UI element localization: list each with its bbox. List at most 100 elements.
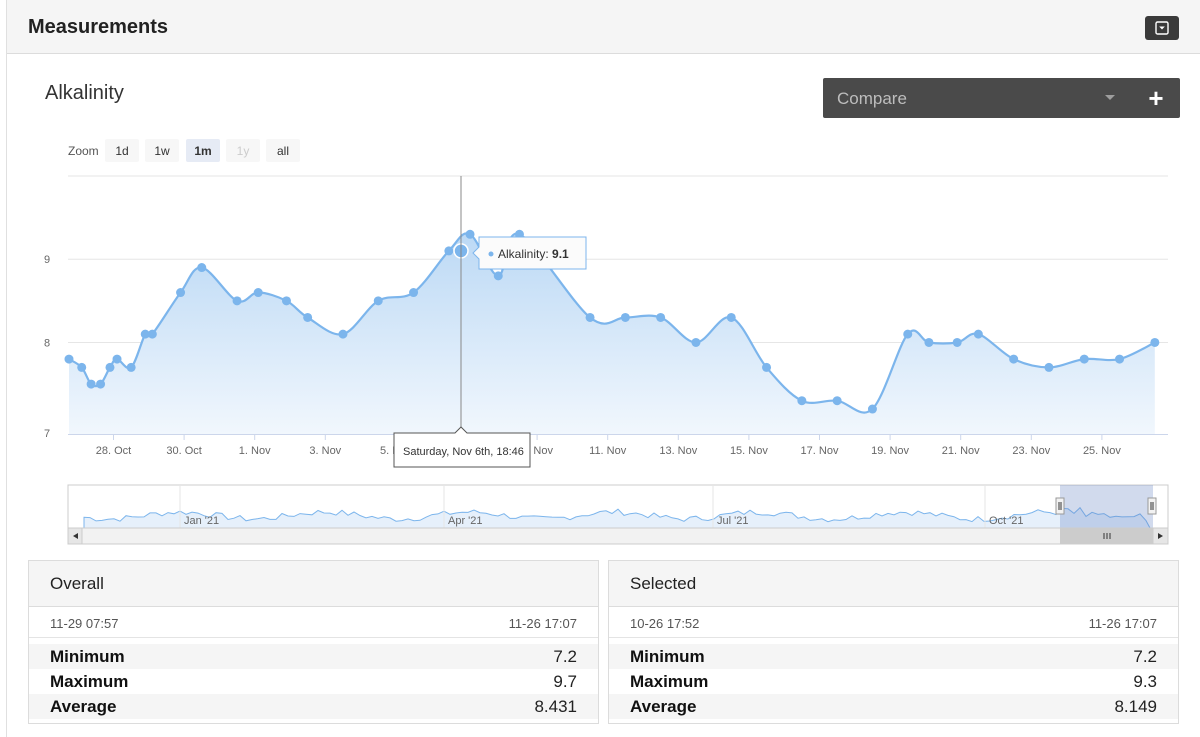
data-point[interactable] — [105, 362, 115, 372]
data-point[interactable] — [409, 288, 419, 298]
x-tick-label: 11. Nov — [589, 445, 627, 457]
data-point[interactable] — [232, 296, 242, 306]
x-tick-label: 15. Nov — [730, 445, 768, 457]
data-point[interactable] — [253, 288, 263, 298]
range-from: 10-26 17:52 — [630, 616, 700, 631]
data-point[interactable] — [867, 404, 877, 414]
data-point[interactable] — [973, 329, 983, 339]
x-tick-label: 19. Nov — [871, 445, 909, 457]
svg-text:Alkalinity: 9.1: Alkalinity: 9.1 — [498, 247, 569, 261]
stats-selected-range: 10-26 17:52 11-26 17:07 — [609, 608, 1178, 638]
zoom-button-label: 1m — [194, 144, 211, 158]
range-to: 11-26 17:07 — [1088, 616, 1157, 631]
data-point[interactable] — [303, 312, 313, 322]
tooltip-value: 9.1 — [552, 247, 569, 261]
x-tick-label: 17. Nov — [801, 445, 839, 457]
data-point[interactable] — [493, 271, 503, 281]
data-point[interactable] — [1115, 354, 1125, 364]
x-tick-label: 28. Oct — [96, 445, 131, 457]
y-tick-label: 7 — [44, 428, 50, 440]
zoom-button-1w[interactable]: 1w — [145, 139, 179, 162]
x-tick-label: 25. Nov — [1083, 445, 1121, 457]
data-point[interactable] — [1009, 354, 1019, 364]
data-point[interactable] — [797, 396, 807, 406]
x-tick-label: 1. Nov — [239, 445, 271, 457]
navigator-handle-left[interactable] — [1055, 497, 1065, 515]
data-point[interactable] — [444, 246, 454, 256]
data-point[interactable] — [762, 362, 772, 372]
data-point[interactable] — [1079, 354, 1089, 364]
scrollbar[interactable] — [67, 527, 1169, 545]
data-point[interactable] — [585, 312, 595, 322]
data-point[interactable] — [281, 296, 291, 306]
navigator-label: Jul '21 — [717, 515, 748, 527]
stats-row-maximum: Maximum 9.7 — [50, 672, 577, 691]
data-point[interactable] — [620, 312, 630, 322]
data-point[interactable] — [373, 296, 383, 306]
navigator[interactable]: Jan '21 Apr '21 Jul '21 Oct '21 — [67, 484, 1169, 529]
navigator-label: Oct '21 — [989, 515, 1024, 527]
data-point[interactable] — [147, 329, 157, 339]
zoom-button-1y: 1y — [226, 139, 260, 162]
stats-row-maximum: Maximum 9.3 — [630, 672, 1157, 691]
data-point[interactable] — [176, 288, 186, 298]
data-point[interactable] — [924, 337, 934, 347]
data-point[interactable] — [903, 329, 913, 339]
series-area — [69, 233, 1155, 434]
range-from: 11-29 07:57 — [50, 616, 119, 631]
zoom-button-label: 1d — [115, 144, 128, 158]
zoom-label: Zoom — [68, 144, 99, 158]
x-axis: 28. Oct30. Oct1. Nov3. Nov5. Nov9. Nov11… — [96, 434, 1121, 457]
zoom-button-label: all — [277, 144, 289, 158]
stats-overall-header: Overall — [29, 561, 598, 607]
navigator-label: Jan '21 — [184, 515, 219, 527]
x-tick-label: 3. Nov — [309, 445, 341, 457]
range-to: 11-26 17:07 — [508, 616, 577, 631]
tooltip-series: Alkalinity — [498, 247, 545, 261]
data-point[interactable] — [691, 337, 701, 347]
navigator-selection[interactable] — [1060, 485, 1153, 528]
stats-row-minimum: Minimum 7.2 — [609, 644, 1178, 669]
navigator-label: Apr '21 — [448, 515, 483, 527]
data-point[interactable] — [64, 354, 74, 364]
data-point[interactable] — [1150, 337, 1160, 347]
data-point[interactable] — [1044, 362, 1054, 372]
stats-row-average: Average 8.431 — [29, 694, 598, 719]
y-tick-label: 8 — [44, 337, 50, 349]
data-point[interactable] — [77, 362, 87, 372]
zoom-button-label: 1w — [154, 144, 170, 158]
date-tooltip: Saturday, Nov 6th, 18:46 — [393, 426, 531, 468]
stats-row-average: Average 8.149 — [609, 694, 1178, 719]
data-point[interactable] — [832, 396, 842, 406]
data-point[interactable] — [96, 379, 106, 389]
data-point[interactable] — [656, 312, 666, 322]
zoom-button-1m[interactable]: 1m — [186, 139, 220, 162]
zoom-button-label: 1y — [237, 144, 250, 158]
data-point[interactable] — [726, 312, 736, 322]
x-tick-label: 30. Oct — [166, 445, 201, 457]
data-point[interactable] — [338, 329, 348, 339]
data-point[interactable] — [197, 263, 207, 273]
value-tooltip: Alkalinity: 9.1 — [472, 236, 587, 270]
navigator-handle-right[interactable] — [1147, 497, 1157, 515]
y-axis: 7 8 9 — [44, 254, 50, 440]
stats-row-minimum: Minimum 7.2 — [29, 644, 598, 669]
x-tick-label: 21. Nov — [942, 445, 980, 457]
data-point[interactable] — [112, 354, 122, 364]
tooltip-marker — [488, 251, 494, 257]
data-point[interactable] — [952, 337, 962, 347]
stats-selected: Selected 10-26 17:52 11-26 17:07 Minimum… — [608, 560, 1179, 724]
zoom-button-all[interactable]: all — [266, 139, 300, 162]
stats-overall-range: 11-29 07:57 11-26 17:07 — [29, 608, 598, 638]
stats-overall: Overall 11-29 07:57 11-26 17:07 Minimum 7… — [28, 560, 599, 724]
data-point[interactable] — [465, 229, 475, 239]
stats-selected-header: Selected — [609, 561, 1178, 607]
data-point[interactable] — [86, 379, 96, 389]
x-tick-label: 13. Nov — [659, 445, 697, 457]
alkalinity-chart: Zoom 1d 1w 1m 1y all 7 8 9 28. Oct 30. Oct 1. No… — [44, 139, 1169, 545]
y-tick-label: 9 — [44, 254, 50, 266]
date-tooltip-text: Saturday, Nov 6th, 18:46 — [403, 446, 524, 458]
data-point[interactable] — [126, 362, 136, 372]
x-tick-label: 23. Nov — [1012, 445, 1050, 457]
zoom-button-1d[interactable]: 1d — [105, 139, 139, 162]
